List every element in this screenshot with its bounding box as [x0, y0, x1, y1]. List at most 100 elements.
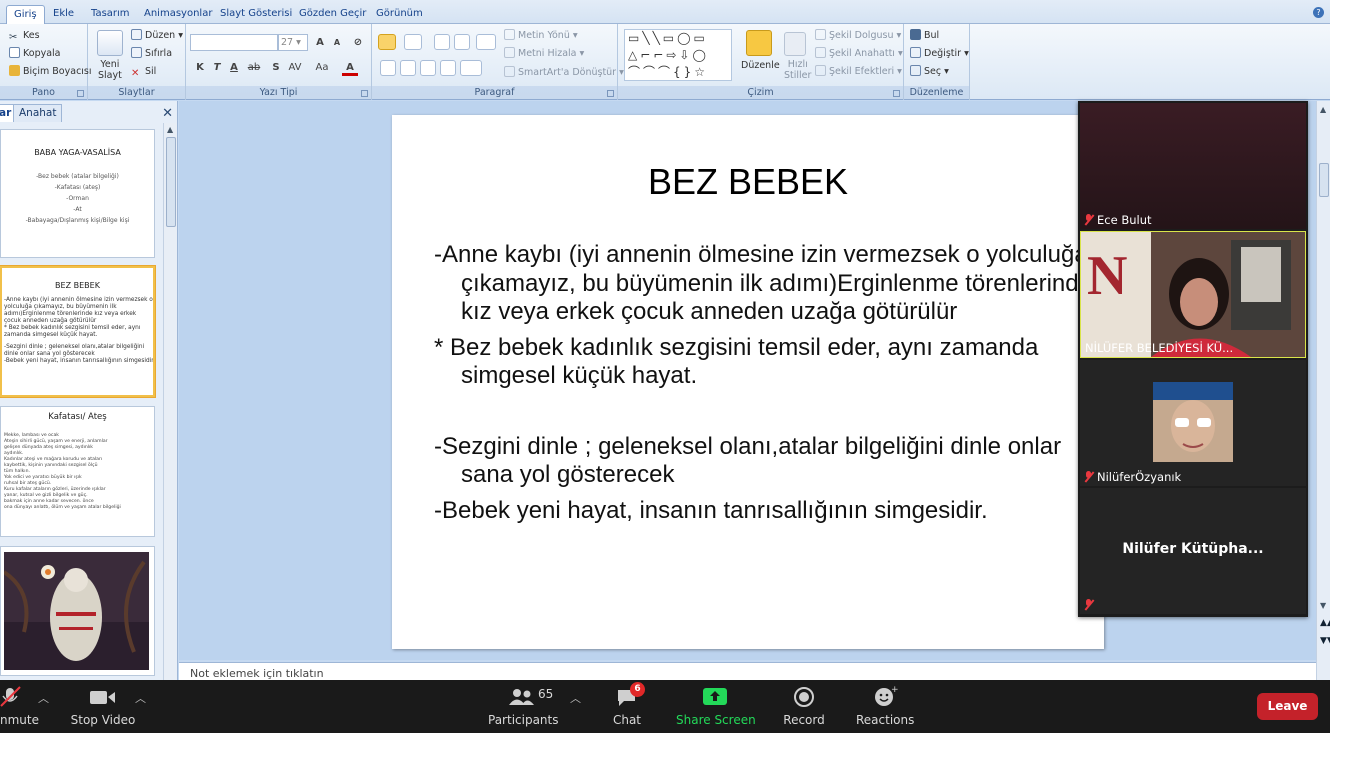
participant-tile-4[interactable]: Nilüfer Kütüpha...: [1080, 488, 1306, 614]
text-direction-button[interactable]: Metin Yönü ▾: [504, 29, 578, 43]
slide-scrollbar[interactable]: ▲ ▼ ▲▲ ▼▼: [1316, 101, 1330, 680]
drawing-dialog-launcher[interactable]: [893, 90, 900, 97]
arrange-button[interactable]: Düzenle: [741, 59, 780, 73]
record-button[interactable]: Record: [780, 680, 828, 733]
font-dialog-launcher[interactable]: [361, 90, 368, 97]
reset-icon: [131, 47, 142, 58]
participant-tile-1[interactable]: Ece Bulut: [1080, 103, 1306, 229]
spacing-icon[interactable]: AV: [287, 60, 303, 76]
thumbnail-title: Kafatası/ Ateş: [48, 412, 107, 422]
slide-scroll-thumb[interactable]: [1319, 163, 1329, 197]
numbering-icon[interactable]: [404, 34, 422, 50]
replace-button[interactable]: Değiştir ▾: [910, 47, 969, 61]
current-slide[interactable]: BEZ BEBEK -Anne kaybı (iyi annenin ölmes…: [392, 115, 1104, 649]
svg-text:+: +: [891, 685, 898, 695]
tab-animasyonlar[interactable]: Animasyonlar: [137, 5, 219, 24]
leave-meeting-button[interactable]: Leave: [1257, 693, 1318, 720]
video-camera-icon: [90, 691, 115, 704]
next-slide-icon[interactable]: ▼▼: [1320, 637, 1330, 646]
previous-slide-icon[interactable]: ▲▲: [1320, 619, 1330, 628]
new-slide-icon[interactable]: [97, 30, 123, 56]
slide-body[interactable]: -Anne kaybı (iyi annenin ölmesine izin v…: [434, 241, 1094, 532]
align-center-icon[interactable]: [400, 60, 416, 76]
line-spacing-icon[interactable]: [476, 34, 496, 50]
delete-icon: ✕: [131, 68, 140, 79]
tab-ekle[interactable]: Ekle: [46, 5, 81, 24]
reactions-button[interactable]: + Reactions: [856, 680, 914, 733]
unmute-button[interactable]: nmute: [0, 680, 39, 733]
arrange-icon[interactable]: [746, 30, 772, 56]
align-text-button[interactable]: Metni Hizala ▾: [504, 47, 584, 61]
find-button[interactable]: Bul: [910, 29, 939, 43]
reset-button[interactable]: Sıfırla: [131, 47, 172, 61]
participant-tile-3[interactable]: NilüferÖzyanık: [1080, 360, 1306, 486]
quick-styles-icon[interactable]: [784, 32, 806, 56]
slide-thumbnail-2[interactable]: BEZ BEBEK -Anne kaybı (iyi annenin ölmes…: [0, 266, 155, 397]
select-button[interactable]: Seç ▾: [910, 65, 949, 79]
layout-button[interactable]: Düzen ▾: [131, 29, 183, 43]
thumbnails-scroll-thumb[interactable]: [166, 137, 176, 227]
copy-button[interactable]: Kopyala: [9, 47, 61, 61]
participants-button[interactable]: 65 Participants: [488, 680, 559, 733]
italic-icon[interactable]: T: [209, 60, 225, 76]
slide-thumbnail-4[interactable]: [0, 546, 155, 676]
decrease-indent-icon[interactable]: [434, 34, 450, 50]
align-right-icon[interactable]: [420, 60, 436, 76]
slide-thumbnail-3[interactable]: Kafatası/ Ateş Mekke, lambası ve ocak At…: [0, 406, 155, 537]
align-left-icon[interactable]: [380, 60, 396, 76]
slide-title[interactable]: BEZ BEBEK: [392, 161, 1104, 203]
muted-microphone-icon: [0, 686, 21, 707]
font-size-select[interactable]: 27 ▾: [278, 34, 308, 51]
cut-button[interactable]: ✂ Kes: [9, 29, 40, 43]
align-text-icon: [504, 47, 515, 58]
strikethrough-icon[interactable]: ab: [246, 60, 262, 76]
font-name-select[interactable]: [190, 34, 278, 51]
thumbnails-scrollbar[interactable]: ▲: [163, 123, 177, 680]
shapes-gallery[interactable]: ▭╲╲▭◯▭ △⌐⌐⇨⇩◯ ⌒⌒⌒{}☆: [624, 29, 732, 81]
binoculars-icon: [910, 29, 921, 40]
illustration-thumbnail: [4, 552, 149, 670]
format-painter-button[interactable]: Biçim Boyacısı: [9, 65, 92, 79]
change-case-icon[interactable]: Aa: [314, 60, 330, 76]
shrink-font-icon[interactable]: A: [329, 35, 345, 51]
share-screen-button[interactable]: Share Screen: [676, 680, 756, 733]
tab-slayt-gosterisi[interactable]: Slayt Gösterisi: [213, 5, 299, 24]
notes-pane[interactable]: Not eklemek için tıklatın: [179, 662, 1316, 680]
smartart-button[interactable]: SmartArt'a Dönüştür ▾: [504, 66, 624, 80]
tab-gozden-gecir[interactable]: Gözden Geçir: [292, 5, 373, 24]
tab-outline[interactable]: Anahat: [13, 104, 63, 122]
bold-icon[interactable]: K: [192, 60, 208, 76]
pano-dialog-launcher[interactable]: [77, 90, 84, 97]
notes-placeholder: Not eklemek için tıklatın: [190, 667, 324, 680]
quick-styles-button[interactable]: Hızlı Stiller: [784, 59, 811, 81]
close-panel-icon[interactable]: ✕: [162, 106, 173, 121]
video-options-caret[interactable]: ︿: [135, 690, 146, 706]
underline-icon[interactable]: A: [226, 60, 242, 76]
audio-options-caret[interactable]: ︿: [38, 690, 49, 706]
help-icon[interactable]: ?: [1313, 7, 1324, 18]
font-color-icon[interactable]: A: [342, 60, 358, 76]
paragraph-dialog-launcher[interactable]: [607, 90, 614, 97]
participants-options-caret[interactable]: ︿: [570, 690, 581, 706]
bullets-icon[interactable]: [378, 34, 396, 50]
new-slide-button[interactable]: Yeni Slayt: [98, 59, 122, 81]
tab-tasarim[interactable]: Tasarım: [84, 5, 137, 24]
justify-icon[interactable]: [440, 60, 456, 76]
shape-outline-button[interactable]: Şekil Anahattı ▾: [815, 47, 903, 61]
delete-slide-button[interactable]: ✕ Sil: [131, 65, 156, 79]
text-direction-icon: [504, 29, 515, 40]
tab-giris[interactable]: Giriş: [6, 5, 45, 24]
increase-indent-icon[interactable]: [454, 34, 470, 50]
participant-tile-2[interactable]: N NİLÜFER BELEDİYESİ KÜ...: [1080, 231, 1306, 358]
tab-gorunum[interactable]: Görünüm: [369, 5, 430, 24]
shadow-icon[interactable]: S: [268, 60, 284, 76]
chat-button[interactable]: 6 Chat: [606, 680, 648, 733]
slide-thumbnail-1[interactable]: BABA YAGA-VASALİSA -Bez bebek (atalar bi…: [0, 129, 155, 258]
zoom-participants-panel: Ece Bulut N NİLÜFER BELEDİYESİ KÜ... Nil…: [1078, 101, 1308, 617]
shape-fill-button[interactable]: Şekil Dolgusu ▾: [815, 29, 901, 43]
columns-icon[interactable]: [460, 60, 482, 76]
grow-font-icon[interactable]: A: [312, 35, 328, 51]
stop-video-button[interactable]: Stop Video: [68, 680, 138, 733]
shape-effects-button[interactable]: Şekil Efektleri ▾: [815, 65, 902, 79]
clear-format-icon[interactable]: ⊘: [350, 35, 366, 51]
